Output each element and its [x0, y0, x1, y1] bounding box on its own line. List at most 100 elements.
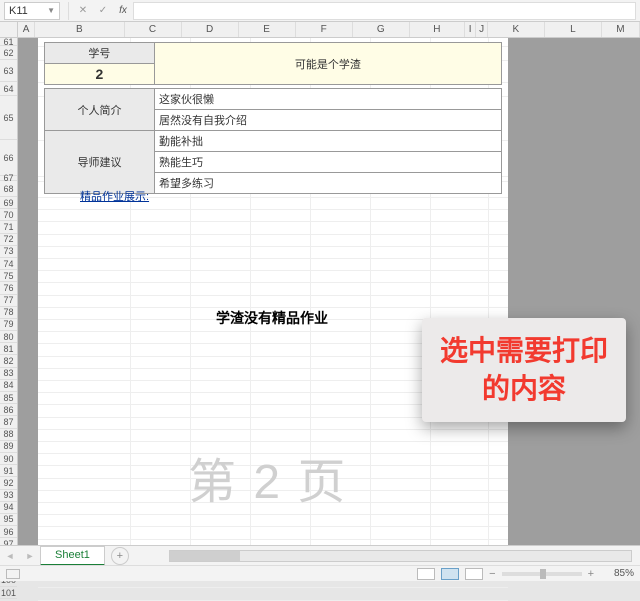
- record-macro-icon[interactable]: [6, 569, 20, 579]
- row-header[interactable]: 76: [0, 282, 17, 294]
- page-watermark: 第 2 页: [188, 442, 347, 512]
- sheet-tab-label: Sheet1: [55, 549, 90, 561]
- row-header[interactable]: 90: [0, 453, 17, 465]
- status-bar: − + 85%: [0, 565, 640, 581]
- column-header[interactable]: C: [125, 22, 182, 37]
- column-header[interactable]: L: [545, 22, 602, 37]
- tab-nav-prev-icon[interactable]: ◄: [0, 547, 20, 565]
- zoom-out-icon[interactable]: −: [489, 568, 495, 580]
- row-header[interactable]: 101: [0, 587, 17, 599]
- zoom-percent[interactable]: 85%: [600, 568, 634, 579]
- row-header[interactable]: 93: [0, 490, 17, 502]
- cancel-icon[interactable]: ✕: [73, 2, 93, 20]
- view-pagelayout-button[interactable]: [465, 568, 483, 580]
- printable-page: 学号 可能是个学渣 2 个人简介 这家伙很懒 居然没有自我介绍 导师建议 勤能补…: [38, 38, 508, 545]
- column-header[interactable]: F: [296, 22, 353, 37]
- row-header[interactable]: 82: [0, 355, 17, 367]
- row-header[interactable]: 84: [0, 380, 17, 392]
- showcase-link[interactable]: 精品作业展示:: [80, 188, 149, 204]
- row-header[interactable]: 80: [0, 331, 17, 343]
- row-header[interactable]: 89: [0, 441, 17, 453]
- row-header[interactable]: 92: [0, 477, 17, 489]
- label-profile: 个人简介: [45, 89, 155, 131]
- row-header[interactable]: 69: [0, 197, 17, 209]
- row-header[interactable]: 64: [0, 82, 17, 96]
- row-header[interactable]: 78: [0, 307, 17, 319]
- profile-line1: 这家伙很懒: [155, 89, 502, 110]
- column-header[interactable]: H: [410, 22, 465, 37]
- column-header[interactable]: M: [602, 22, 640, 37]
- row-header[interactable]: 91: [0, 465, 17, 477]
- sheet-tab-bar: ◄ ► Sheet1 +: [0, 545, 640, 565]
- comment-cell: 可能是个学渣: [154, 43, 501, 85]
- row-header[interactable]: 87: [0, 416, 17, 428]
- view-normal-button[interactable]: [417, 568, 435, 580]
- row-header[interactable]: 68: [0, 181, 17, 197]
- advice-line3: 希望多练习: [155, 173, 502, 194]
- row-header[interactable]: 88: [0, 429, 17, 441]
- column-header[interactable]: I: [465, 22, 476, 37]
- formula-bar: K11 ▼ ✕ ✓ fx: [0, 0, 640, 22]
- name-box[interactable]: K11 ▼: [4, 2, 60, 20]
- row-header[interactable]: 72: [0, 234, 17, 246]
- column-header[interactable]: D: [182, 22, 239, 37]
- column-header[interactable]: G: [353, 22, 410, 37]
- sheet-tab[interactable]: Sheet1: [40, 546, 105, 566]
- row-header[interactable]: 83: [0, 368, 17, 380]
- advice-line1: 勤能补拙: [155, 131, 502, 152]
- student-id-value: 2: [45, 64, 155, 85]
- row-header[interactable]: 96: [0, 526, 17, 538]
- column-headers[interactable]: ABCDEFGHIJKLM: [18, 22, 640, 38]
- annotation-callout: 选中需要打印 的内容: [422, 318, 626, 422]
- row-header[interactable]: 77: [0, 295, 17, 307]
- separator: [68, 2, 69, 20]
- spreadsheet-grid: ABCDEFGHIJKLM 61626364656667686970717273…: [0, 22, 640, 545]
- tab-nav-next-icon[interactable]: ►: [20, 547, 40, 565]
- zoom-slider[interactable]: [502, 572, 582, 576]
- row-header[interactable]: 61: [0, 38, 17, 46]
- row-header[interactable]: 62: [0, 46, 17, 60]
- row-header[interactable]: 73: [0, 246, 17, 258]
- no-homework-message: 学渣没有精品作业: [216, 308, 328, 328]
- cells-area[interactable]: 学号 可能是个学渣 2 个人简介 这家伙很懒 居然没有自我介绍 导师建议 勤能补…: [18, 38, 640, 545]
- row-header[interactable]: 65: [0, 96, 17, 140]
- row-header[interactable]: 85: [0, 392, 17, 404]
- view-pagebreak-button[interactable]: [441, 568, 459, 580]
- row-header[interactable]: 79: [0, 319, 17, 331]
- callout-line2: 的内容: [440, 370, 608, 408]
- plus-icon: +: [117, 550, 123, 562]
- column-header[interactable]: J: [476, 22, 487, 37]
- advice-line2: 熟能生巧: [155, 152, 502, 173]
- horizontal-scrollbar[interactable]: [169, 550, 632, 562]
- row-header[interactable]: 86: [0, 404, 17, 416]
- column-header[interactable]: K: [488, 22, 545, 37]
- out-of-page-left: [18, 38, 38, 545]
- row-header[interactable]: 66: [0, 140, 17, 176]
- column-header[interactable]: E: [239, 22, 296, 37]
- row-header[interactable]: 70: [0, 209, 17, 221]
- header-table: 学号 可能是个学渣 2: [44, 42, 502, 85]
- zoom-thumb[interactable]: [540, 569, 546, 579]
- row-header[interactable]: 95: [0, 514, 17, 526]
- callout-line1: 选中需要打印: [440, 332, 608, 370]
- row-headers[interactable]: 6162636465666768697071727374757677787980…: [0, 38, 18, 545]
- row-header[interactable]: 75: [0, 270, 17, 282]
- accept-icon[interactable]: ✓: [93, 2, 113, 20]
- out-of-page-right: [508, 38, 640, 545]
- row-header[interactable]: 74: [0, 258, 17, 270]
- label-advice: 导师建议: [45, 131, 155, 194]
- row-header[interactable]: 71: [0, 221, 17, 233]
- profile-line2: 居然没有自我介绍: [155, 110, 502, 131]
- formula-input[interactable]: [133, 2, 636, 20]
- zoom-in-icon[interactable]: +: [588, 568, 594, 580]
- fx-icon[interactable]: fx: [113, 2, 133, 20]
- info-table: 个人简介 这家伙很懒 居然没有自我介绍 导师建议 勤能补拙 熟能生巧 希望多练习: [44, 88, 502, 194]
- column-header[interactable]: A: [18, 22, 35, 37]
- label-student-id: 学号: [45, 43, 155, 64]
- column-header[interactable]: B: [35, 22, 124, 37]
- row-header[interactable]: 94: [0, 502, 17, 514]
- scroll-thumb[interactable]: [170, 551, 240, 561]
- add-sheet-button[interactable]: +: [111, 547, 129, 565]
- row-header[interactable]: 81: [0, 343, 17, 355]
- row-header[interactable]: 63: [0, 60, 17, 82]
